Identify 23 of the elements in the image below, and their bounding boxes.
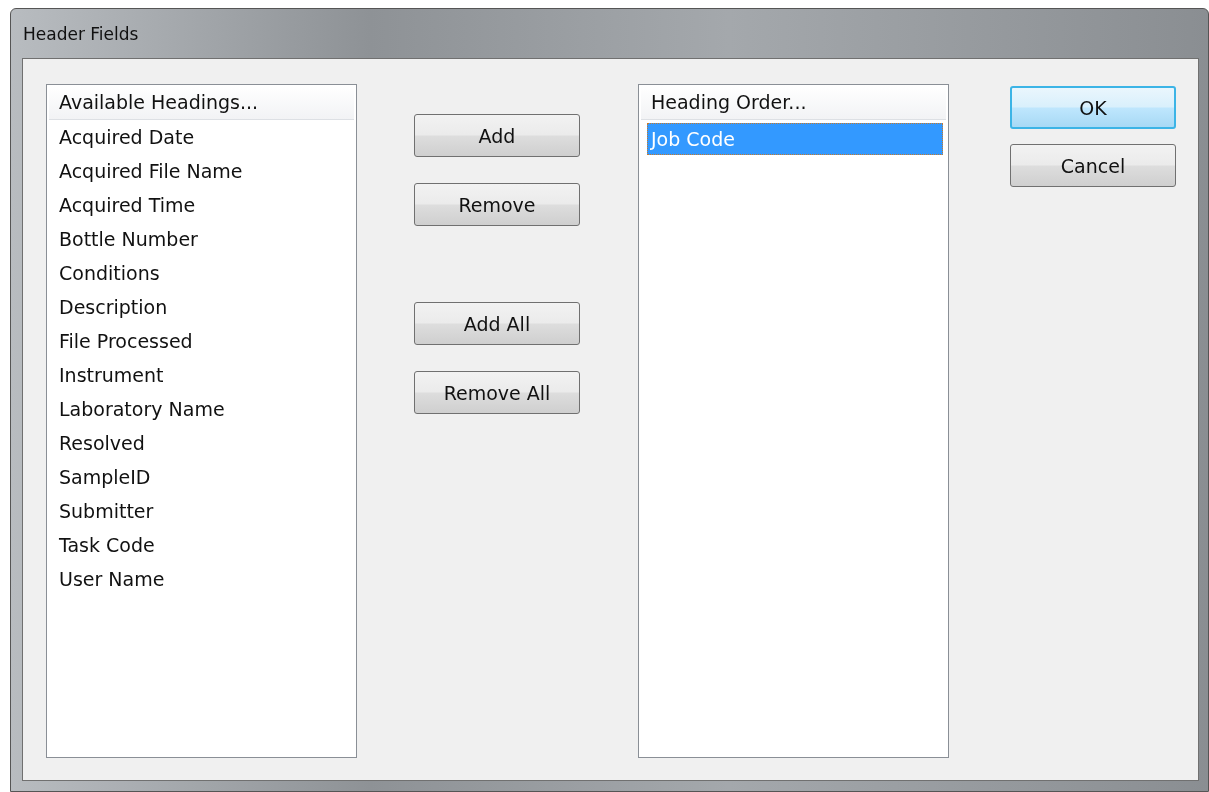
move-button[interactable]: Add — [414, 114, 580, 157]
move-button[interactable]: Remove All — [414, 371, 580, 414]
list-item[interactable]: Acquired Time — [49, 188, 354, 222]
list-item[interactable]: Description — [49, 290, 354, 324]
move-button[interactable]: Add All — [414, 302, 580, 345]
list-item[interactable]: Instrument — [49, 358, 354, 392]
cancel-button[interactable]: Cancel — [1010, 144, 1176, 187]
list-item[interactable]: Bottle Number — [49, 222, 354, 256]
list-item[interactable]: Task Code — [49, 528, 354, 562]
list-item[interactable]: Acquired File Name — [49, 154, 354, 188]
list-item[interactable]: Conditions — [49, 256, 354, 290]
ok-button[interactable]: OK — [1010, 86, 1176, 129]
list-item[interactable]: User Name — [49, 562, 354, 596]
window-title: Header Fields — [23, 23, 139, 44]
list-item[interactable]: SampleID — [49, 460, 354, 494]
list-box[interactable]: Heading Order... Job Code — [638, 84, 949, 758]
list-item[interactable]: Laboratory Name — [49, 392, 354, 426]
list-item[interactable]: Submitter — [49, 494, 354, 528]
move-button[interactable]: Remove — [414, 183, 580, 226]
list-item[interactable]: Resolved — [49, 426, 354, 460]
list-item[interactable]: File Processed — [49, 324, 354, 358]
list-box[interactable]: Available Headings... Acquired Date Acquired File Name Acquired Time Bottle Number Conditions Description File Processed Instrument Laboratory Name Resolved SampleID Submitter Task Code User Name — [46, 84, 357, 758]
list-item[interactable]: Acquired Date — [49, 120, 354, 154]
